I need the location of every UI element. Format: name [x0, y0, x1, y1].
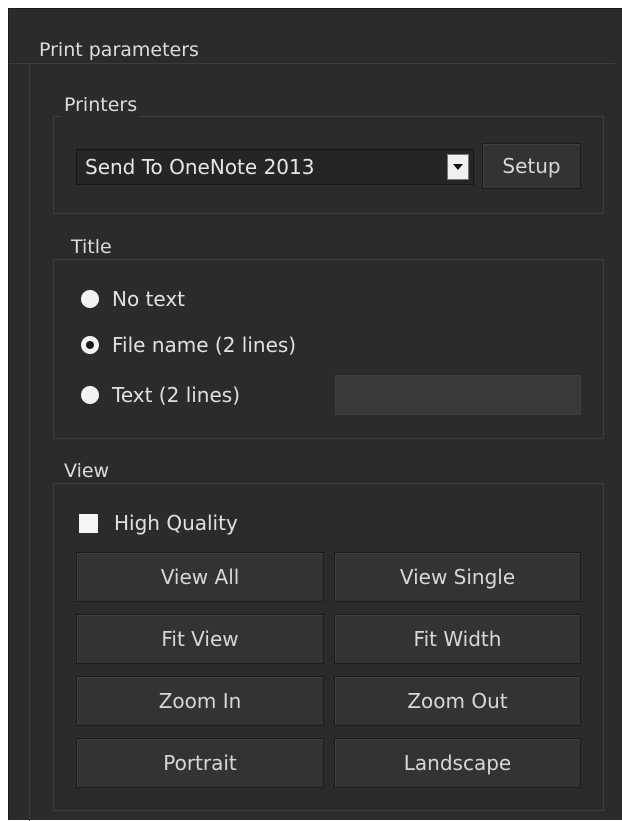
high-quality-label: High Quality [114, 511, 238, 535]
print-parameters-divider [9, 63, 615, 64]
radio-selected-icon[interactable] [81, 336, 99, 354]
radio-file-name[interactable]: File name (2 lines) [81, 333, 296, 357]
radio-file-name-label: File name (2 lines) [112, 333, 297, 357]
fit-view-button[interactable]: Fit View [76, 614, 324, 664]
chevron-down-icon[interactable] [447, 154, 469, 180]
printers-label: Printers [62, 93, 140, 117]
radio-icon[interactable] [81, 290, 99, 308]
zoom-in-button[interactable]: Zoom In [76, 676, 324, 726]
radio-icon[interactable] [81, 386, 99, 404]
title-label: Title [69, 235, 114, 259]
radio-no-text-label: No text [112, 287, 186, 311]
portrait-button[interactable]: Portrait [76, 738, 324, 788]
setup-button[interactable]: Setup [482, 143, 581, 189]
view-all-button[interactable]: View All [76, 552, 324, 602]
title-text-input[interactable] [335, 375, 581, 415]
print-parameters-left-border [29, 63, 30, 821]
radio-text-label: Text (2 lines) [112, 383, 241, 407]
zoom-out-button[interactable]: Zoom Out [334, 676, 581, 726]
radio-no-text[interactable]: No text [81, 287, 185, 311]
high-quality-checkbox[interactable]: High Quality [79, 511, 238, 535]
printer-select[interactable]: Send To OneNote 2013 [76, 149, 474, 185]
radio-text[interactable]: Text (2 lines) [81, 383, 240, 407]
printer-select-value: Send To OneNote 2013 [85, 155, 315, 179]
view-label: View [62, 459, 112, 483]
view-single-button[interactable]: View Single [334, 552, 581, 602]
print-parameters-panel: Print parameters Printers Send To OneNot… [8, 8, 622, 821]
print-parameters-label: Print parameters [37, 38, 201, 62]
landscape-button[interactable]: Landscape [334, 738, 581, 788]
fit-width-button[interactable]: Fit Width [334, 614, 581, 664]
checkbox-icon[interactable] [79, 513, 98, 533]
